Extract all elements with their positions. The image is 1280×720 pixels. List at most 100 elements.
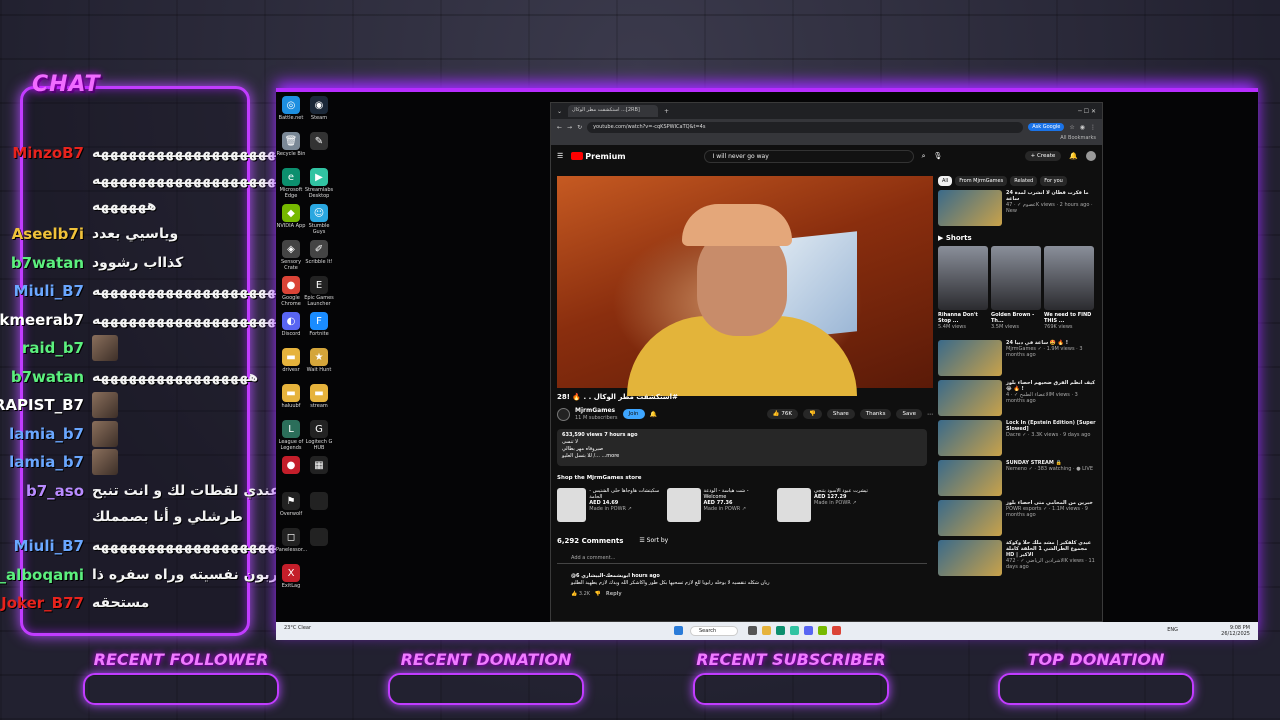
recommended-video[interactable]: ما فكرت قطان لا انشرب لمدة 24 ساعة عصوم ✓… <box>938 190 1096 228</box>
chat-username[interactable]: MinzoB7 <box>12 144 84 162</box>
window-controls[interactable]: ─ ☐ ✕ <box>1078 108 1102 115</box>
hamburger-icon[interactable]: ☰ <box>557 152 563 160</box>
url-input[interactable]: youtube.com/watch?v=-cqKSPWICaTQ&t=4s <box>587 121 1024 133</box>
chat-username[interactable]: Miuli_B7 <box>14 537 84 555</box>
comment-dislike-icon[interactable]: 👎 <box>595 591 601 597</box>
desktop-icon[interactable]: X ExitLag <box>276 564 306 589</box>
desktop-icon[interactable]: ⚑ Overwolf <box>276 492 306 517</box>
desktop-icon[interactable]: ● Google Chrome <box>276 276 306 307</box>
comment-like-icon[interactable]: 👍 <box>571 591 577 597</box>
chat-username[interactable]: raid_b7 <box>22 339 84 357</box>
forward-icon[interactable]: → <box>567 124 572 131</box>
join-button[interactable]: Join <box>622 409 645 419</box>
desktop-icon[interactable]: e Microsoft Edge <box>276 168 306 199</box>
dislike-button[interactable]: 👎 <box>802 409 822 419</box>
chat-username[interactable]: Miuli_B7 <box>14 282 84 300</box>
short-item[interactable]: We need to FIND THIS ... 769K views <box>1044 246 1094 336</box>
store-item[interactable]: سكيتشات هاوجاها حلى الشتيس - الحامة AED 1… <box>557 488 662 524</box>
save-button[interactable]: Save <box>896 409 922 419</box>
task-view-icon[interactable] <box>748 626 757 635</box>
chat-username[interactable]: lamia_b7 <box>9 425 84 443</box>
mic-icon[interactable]: 🎙 <box>934 152 943 160</box>
recommended-video[interactable]: 24 ساعة في دبيا 🤩 🔥 ! MjrmGames ✓ · 1.9M … <box>938 340 1096 378</box>
chat-username[interactable]: zkmeerab7 <box>0 311 84 329</box>
recommended-video[interactable]: عيدي كلفكير | مشد ملك حلا وكوكة مجموع ال… <box>938 540 1096 578</box>
discord-icon[interactable] <box>804 626 813 635</box>
start-icon[interactable] <box>674 626 683 635</box>
channel-avatar[interactable] <box>557 407 570 421</box>
desktop-icon[interactable]: ✐ Scribble It! <box>304 240 334 265</box>
bell-icon[interactable]: 🔔 <box>1069 152 1078 160</box>
channel-info[interactable]: MjrmGames 11 M subscribers <box>575 407 618 421</box>
chat-username[interactable]: b7_aso <box>26 482 84 500</box>
description-more[interactable]: للا بتسل العليو /... ...more <box>562 453 922 460</box>
chat-username[interactable]: Aseelb7i <box>12 225 84 243</box>
profile-icon[interactable]: ◉ <box>1080 124 1085 131</box>
filter-chip[interactable]: From MjrmGames <box>955 176 1008 186</box>
reload-icon[interactable]: ↻ <box>577 124 582 131</box>
chat-username[interactable]: h_alboqami <box>0 566 84 584</box>
avatar[interactable] <box>1086 151 1096 161</box>
desktop-icon[interactable]: G Logitech G HUB <box>304 420 334 451</box>
short-item[interactable]: Golden Brown - Th... 3.5M views <box>991 246 1041 336</box>
taskbar-search[interactable]: Search <box>690 626 738 636</box>
desktop-icon[interactable]: ◎ Battle.net <box>276 96 306 121</box>
add-comment-input[interactable]: Add a comment... <box>557 555 927 564</box>
desktop-icon[interactable]: ▬ haluubf <box>276 384 306 409</box>
desktop-icon[interactable] <box>304 528 334 547</box>
desktop-icon[interactable]: ▶ Streamlabs Desktop <box>304 168 334 199</box>
nvidia-icon[interactable] <box>818 626 827 635</box>
ask-google-button[interactable]: Ask Google <box>1028 123 1065 131</box>
chat-username[interactable]: b7watan <box>11 254 84 272</box>
chrome-icon[interactable] <box>832 626 841 635</box>
filter-chip[interactable]: For you <box>1040 176 1067 186</box>
chat-username[interactable]: RAPIST_B7 <box>0 396 84 414</box>
desktop-icon[interactable]: ☺ Stumble Guys <box>304 204 334 235</box>
chat-username[interactable]: lamia_b7 <box>9 453 84 471</box>
share-button[interactable]: Share <box>826 409 855 419</box>
new-tab-button[interactable]: + <box>664 108 669 115</box>
short-item[interactable]: Rihanna Don't Stop ... 5.4M views <box>938 246 988 336</box>
recommended-video[interactable]: كيف انظم الفرق ضحيهم احصاء بلوز 😂 🔥 ! الا… <box>938 380 1096 418</box>
thanks-button[interactable]: Thanks <box>859 409 892 419</box>
desktop-icon[interactable]: ★ Wait Hunt <box>304 348 334 373</box>
sort-by-button[interactable]: ☰ Sort by <box>639 537 668 545</box>
desktop-icon[interactable]: ▦ <box>304 456 334 475</box>
youtube-logo[interactable]: Premium <box>571 152 626 161</box>
explorer-icon[interactable] <box>762 626 771 635</box>
weather-widget[interactable]: 23°C Clear <box>284 625 311 631</box>
video-player[interactable] <box>557 176 933 396</box>
recommended-video[interactable]: خبرين من المحامي متى احصاء بلوز POWR espo… <box>938 500 1096 538</box>
desktop-icon[interactable]: F Fortnite <box>304 312 334 337</box>
filter-chip[interactable]: All <box>938 176 953 186</box>
browser-tab[interactable]: استكشفت مطر الوكال ...[2RB] <box>568 105 659 117</box>
desktop-icon[interactable]: ◆ NVIDIA App <box>276 204 306 229</box>
lang-indicator[interactable]: ENG <box>1167 627 1178 633</box>
desktop-icon[interactable]: ✎ <box>304 132 334 151</box>
like-button[interactable]: 👍 76K <box>766 409 798 419</box>
streamlabs-icon[interactable] <box>790 626 799 635</box>
comment-author[interactable]: @ابويشمعك-البيشاري 6 hours ago <box>571 573 927 580</box>
filter-chip[interactable]: Related <box>1010 176 1038 186</box>
more-menu-icon[interactable]: ⋮ <box>1090 124 1096 131</box>
chat-username[interactable]: Joker_B77 <box>1 594 84 612</box>
recommended-video[interactable]: Lock In (Epstein Edition) [Super Slowed]… <box>938 420 1096 458</box>
back-icon[interactable]: ← <box>557 124 562 131</box>
more-actions-icon[interactable]: ⋯ <box>927 411 933 418</box>
clock[interactable]: 9:08 PM 26/12/2025 <box>1221 625 1250 637</box>
all-bookmarks[interactable]: All Bookmarks <box>551 135 1102 145</box>
desktop-icon[interactable] <box>304 492 334 511</box>
reply-button[interactable]: Reply <box>606 591 622 597</box>
desktop-icon[interactable]: ◈ Sensory Crate <box>276 240 306 271</box>
desktop-icon[interactable]: L League of Legends <box>276 420 306 451</box>
star-icon[interactable]: ☆ <box>1069 124 1074 131</box>
desktop-icon[interactable]: ◻ Panelessor... <box>276 528 307 553</box>
description-box[interactable]: 633,590 views 7 hours ago لا تنسى صيروفا… <box>557 429 927 466</box>
desktop-icon[interactable]: E Epic Games Launcher <box>304 276 334 307</box>
desktop-icon[interactable]: ◉ Steam <box>304 96 334 121</box>
search-input[interactable]: I will never go way <box>703 149 914 163</box>
notification-bell-icon[interactable]: 🔔 <box>650 411 657 418</box>
create-button[interactable]: + Create <box>1024 151 1062 161</box>
desktop-icon[interactable]: ▬ drivesr <box>276 348 306 373</box>
search-icon[interactable]: ⌕ <box>922 152 926 161</box>
